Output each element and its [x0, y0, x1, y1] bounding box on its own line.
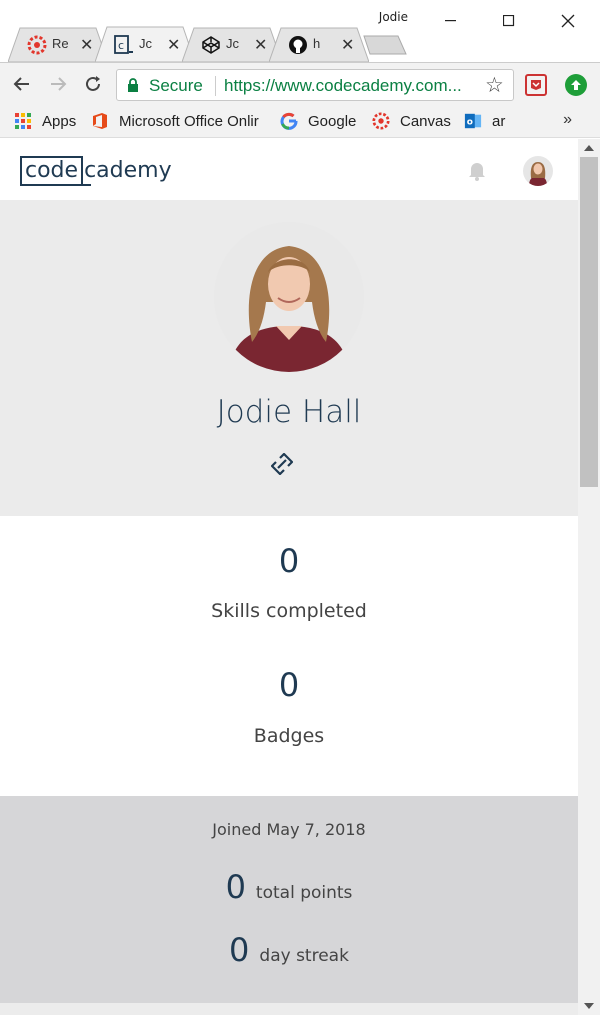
skills-completed-label: Skills completed — [211, 600, 367, 622]
tab-canvas[interactable]: Re ✕ — [8, 26, 108, 62]
scroll-thumb[interactable] — [580, 157, 598, 487]
total-points-row: 0 total points — [0, 868, 578, 906]
bookmarks-overflow-button[interactable]: » — [563, 111, 572, 129]
minimize-icon[interactable] — [428, 6, 474, 36]
day-streak-row: 0 day streak — [0, 931, 578, 969]
bookmark-label: ar — [492, 112, 506, 130]
new-tab-button[interactable] — [362, 34, 408, 56]
bookmark-star-icon[interactable]: ☆ — [485, 73, 504, 98]
tab-title: Re — [52, 36, 69, 51]
forward-icon[interactable] — [46, 72, 70, 96]
stats-section: 0 Skills completed 0 Badges — [0, 516, 578, 796]
github-icon — [288, 35, 308, 55]
total-points-label: total points — [255, 883, 353, 903]
scroll-down-arrow-icon[interactable] — [584, 1003, 594, 1009]
avatar[interactable] — [523, 156, 553, 186]
site-header: code cademy — [0, 139, 578, 200]
tab-close-icon[interactable]: ✕ — [341, 35, 354, 55]
bookmark-apps[interactable]: Apps — [14, 110, 76, 132]
canvas-icon — [27, 35, 47, 55]
bookmark-outlook[interactable]: o ar — [464, 110, 505, 132]
skills-completed-count: 0 — [278, 542, 300, 580]
bookmark-label: Microsoft Office Onlir — [119, 112, 259, 130]
tab-close-icon[interactable]: ✕ — [254, 35, 267, 55]
mcafee-extension-icon[interactable] — [525, 74, 547, 96]
google-icon — [280, 112, 298, 130]
office-icon — [91, 112, 109, 130]
profile-name-heading: Jodie Hall — [216, 394, 362, 430]
browser-title-bar: Jodie Re ✕ c Jc ✕ Jc ✕ h ✕ — [0, 0, 600, 62]
bell-icon[interactable] — [466, 159, 488, 186]
tab-title: Jc — [226, 36, 239, 51]
secure-label: Secure — [149, 76, 203, 95]
upload-extension-icon[interactable] — [565, 74, 587, 96]
bookmark-label: Apps — [42, 112, 77, 130]
reload-icon[interactable] — [81, 72, 105, 96]
tab-title: Jc — [139, 36, 152, 51]
codepen-icon — [201, 35, 221, 55]
tab-title: h — [313, 36, 321, 51]
codecademy-icon: c — [114, 35, 134, 55]
canvas-icon — [372, 112, 390, 130]
total-points-value: 0 — [225, 868, 246, 906]
day-streak-value: 0 — [229, 931, 250, 969]
logo-box-text: code — [20, 156, 84, 186]
svg-text:o: o — [467, 118, 473, 128]
logo-rest-text: cademy — [83, 156, 172, 186]
bookmark-label: Canvas — [400, 112, 451, 130]
page-viewport: code cademy Jodie Hall 0 Skills complete… — [0, 139, 578, 1015]
scroll-up-arrow-icon[interactable] — [584, 145, 594, 151]
outlook-icon: o — [464, 112, 482, 130]
lock-icon — [127, 78, 139, 97]
bookmark-office[interactable]: Microsoft Office Onlir — [91, 110, 265, 132]
profile-hero: Jodie Hall — [0, 200, 578, 516]
browser-toolbar: Secure https://www.codecademy.com... ☆ — [0, 62, 600, 104]
joined-date: Joined May 7, 2018 — [212, 820, 366, 839]
tab-close-icon[interactable]: ✕ — [167, 35, 180, 55]
apps-grid-icon — [14, 112, 32, 130]
bookmark-label: Google — [308, 112, 357, 130]
profile-photo — [214, 222, 364, 372]
close-icon[interactable] — [545, 6, 591, 36]
badges-count: 0 — [278, 666, 300, 704]
address-bar[interactable]: Secure https://www.codecademy.com... ☆ — [116, 69, 514, 101]
day-streak-label: day streak — [259, 946, 349, 966]
bookmark-google[interactable]: Google — [280, 110, 356, 132]
back-icon[interactable] — [10, 72, 34, 96]
address-separator — [215, 76, 216, 96]
url-text[interactable]: https://www.codecademy.com... — [224, 76, 479, 96]
bookmark-canvas[interactable]: Canvas — [372, 110, 451, 132]
badges-label: Badges — [253, 725, 325, 747]
vertical-scrollbar[interactable] — [578, 139, 600, 1015]
link-icon[interactable] — [270, 452, 294, 480]
maximize-icon[interactable] — [486, 6, 532, 36]
profile-name[interactable]: Jodie — [379, 10, 408, 24]
bookmarks-bar: Apps Microsoft Office Onlir Google Canva… — [0, 104, 600, 138]
page-bottom-strip — [0, 1003, 578, 1015]
codecademy-logo[interactable]: code cademy — [20, 156, 172, 186]
svg-text:c: c — [118, 39, 124, 52]
tab-codecademy[interactable]: c Jc ✕ — [95, 26, 195, 62]
tab-codepen[interactable]: Jc ✕ — [182, 26, 282, 62]
profile-details: Joined May 7, 2018 0 total points 0 day … — [0, 796, 578, 1015]
tab-close-icon[interactable]: ✕ — [80, 35, 93, 55]
tab-github[interactable]: h ✕ — [269, 26, 369, 62]
